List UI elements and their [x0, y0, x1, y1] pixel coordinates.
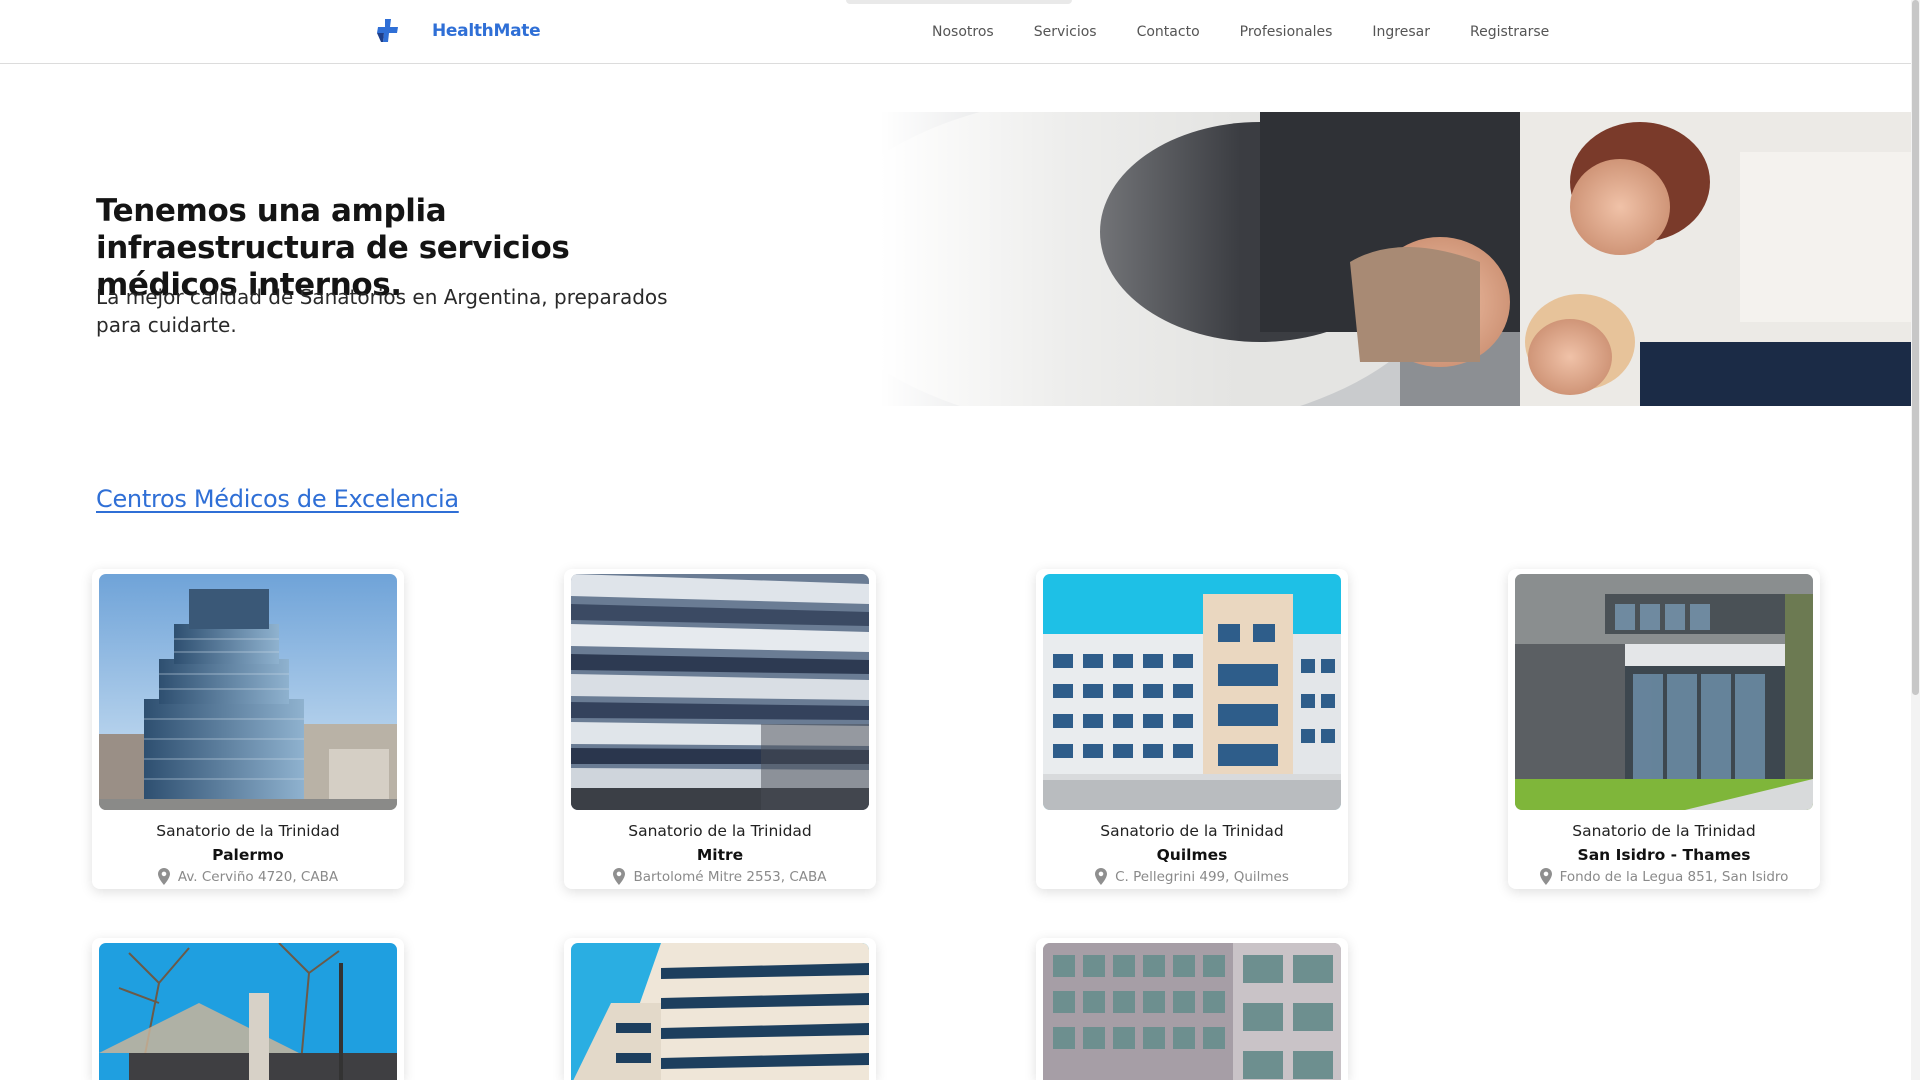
- center-address: C. Pellegrini 499, Quilmes: [1036, 868, 1348, 885]
- center-card-san-isidro[interactable]: Sanatorio de la Trinidad San Isidro - Th…: [1508, 569, 1820, 889]
- center-card-row2-2[interactable]: [564, 938, 876, 1080]
- center-address-text: Fondo de la Legua 851, San Isidro: [1559, 868, 1789, 885]
- center-name: Sanatorio de la Trinidad: [628, 822, 812, 840]
- page-scrollbar[interactable]: [1911, 0, 1920, 1080]
- location-pin-icon: [1539, 868, 1552, 885]
- nav-contacto[interactable]: Contacto: [1137, 24, 1200, 40]
- scrollbar-thumb[interactable]: [1912, 0, 1919, 695]
- center-address: Bartolomé Mitre 2553, CABA: [564, 868, 876, 885]
- center-card-row2-3[interactable]: [1036, 938, 1348, 1080]
- site-header: HealthMate Nosotros Servicios Contacto P…: [0, 0, 1911, 64]
- nav-profesionales[interactable]: Profesionales: [1240, 24, 1333, 40]
- brand-name: HealthMate: [432, 21, 541, 41]
- location-pin-icon: [1095, 868, 1108, 885]
- center-branch: Palermo: [212, 846, 284, 864]
- center-photo: [1043, 574, 1341, 810]
- nav-servicios[interactable]: Servicios: [1034, 24, 1097, 40]
- nav-ingresar[interactable]: Ingresar: [1372, 24, 1430, 40]
- nav-registrarse[interactable]: Registrarse: [1470, 24, 1549, 40]
- center-address: Fondo de la Legua 851, San Isidro: [1508, 868, 1820, 885]
- center-address: Av. Cerviño 4720, CABA: [92, 868, 404, 885]
- section-title-link[interactable]: Centros Médicos de Excelencia: [96, 485, 459, 513]
- center-photo: [1515, 574, 1813, 810]
- center-branch: Quilmes: [1156, 846, 1228, 864]
- center-address-text: Bartolomé Mitre 2553, CABA: [633, 868, 827, 885]
- center-card-palermo[interactable]: Sanatorio de la Trinidad Palermo Av. Cer…: [92, 569, 404, 889]
- medical-cross-logo-icon: [377, 19, 398, 42]
- center-branch: San Isidro - Thames: [1577, 846, 1751, 864]
- center-photo: [1043, 943, 1341, 1080]
- center-card-quilmes[interactable]: Sanatorio de la Trinidad Quilmes C. Pell…: [1036, 569, 1348, 889]
- center-photo: [571, 943, 869, 1080]
- hero-family-photo: [880, 112, 1911, 406]
- nav-nosotros[interactable]: Nosotros: [932, 24, 994, 40]
- center-photo: [571, 574, 869, 810]
- brand-logo[interactable]: HealthMate: [374, 17, 541, 45]
- center-address-text: Av. Cerviño 4720, CABA: [177, 868, 339, 885]
- location-pin-icon: [613, 868, 626, 885]
- center-photo: [99, 943, 397, 1080]
- center-branch: Mitre: [696, 846, 744, 864]
- location-pin-icon: [157, 868, 170, 885]
- center-card-row2-1[interactable]: [92, 938, 404, 1080]
- center-name: Sanatorio de la Trinidad: [1100, 822, 1284, 840]
- main-nav: Nosotros Servicios Contacto Profesionale…: [932, 0, 1549, 64]
- center-name: Sanatorio de la Trinidad: [1572, 822, 1756, 840]
- center-card-mitre[interactable]: Sanatorio de la Trinidad Mitre Bartolomé…: [564, 569, 876, 889]
- center-address-text: C. Pellegrini 499, Quilmes: [1115, 868, 1289, 885]
- center-photo: [99, 574, 397, 810]
- hero-subtitle: La mejor calidad de Sanatorios en Argent…: [96, 285, 668, 337]
- center-name: Sanatorio de la Trinidad: [156, 822, 340, 840]
